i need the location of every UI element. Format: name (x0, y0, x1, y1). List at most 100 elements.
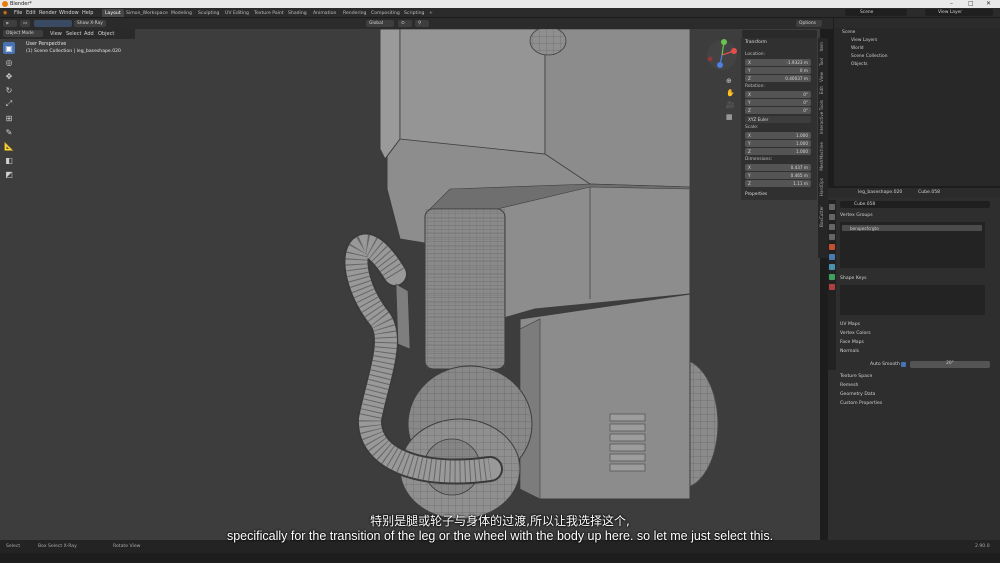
tab-boxcutter[interactable]: BoxCutter (819, 206, 824, 227)
auto-smooth-angle[interactable]: 20° (910, 361, 990, 368)
move-icon[interactable]: ✥ (3, 70, 15, 82)
options-dropdown[interactable]: Options (796, 20, 822, 27)
zoom-icon[interactable]: ⊕ (726, 77, 732, 85)
close-icon[interactable]: ✕ (986, 0, 991, 7)
viewport-menu-view[interactable]: View (50, 31, 62, 37)
material-tab-icon[interactable] (829, 284, 835, 290)
scene-tab-icon[interactable] (829, 234, 835, 240)
outliner-scene[interactable]: Scene (842, 30, 855, 35)
select-box-icon[interactable]: ▣ (3, 42, 15, 54)
tab-animation[interactable]: Animation (310, 9, 339, 17)
scale-icon[interactable]: ⤢ (3, 98, 15, 110)
tab-view[interactable]: View (819, 72, 824, 82)
texture-space-header[interactable]: Texture Space (840, 374, 872, 379)
physics-tab-icon[interactable] (829, 264, 835, 270)
outliner-objects[interactable]: Objects (851, 62, 868, 67)
tab-rendering[interactable]: Rendering (340, 9, 369, 17)
menu-file[interactable]: File (14, 10, 22, 16)
tab-layout[interactable]: Layout (102, 9, 124, 17)
scale-y[interactable]: Y 1.000 (745, 140, 811, 147)
tab-simon-workspace[interactable]: Simon_Workspace (123, 9, 171, 17)
modifier-tab-icon[interactable] (829, 254, 835, 260)
tab-compositing[interactable]: Compositing (368, 9, 403, 17)
transform-icon[interactable]: ⊞ (3, 112, 15, 124)
tab-hardops[interactable]: HardOps (819, 178, 824, 196)
pivot-icon[interactable]: ⊙ (398, 20, 412, 27)
tab-meshmachine[interactable]: MeshMachine (819, 142, 824, 171)
viewport-menu-select[interactable]: Select (66, 31, 81, 37)
pan-hand-icon[interactable]: ✋ (726, 89, 735, 97)
blender-menu-icon[interactable]: ◉ (3, 10, 7, 16)
rotation-z[interactable]: Z 0° (745, 107, 811, 114)
menu-window[interactable]: Window (59, 10, 79, 16)
vertex-groups-header[interactable]: Vertex Groups (840, 213, 873, 218)
select-mode-icon[interactable]: ▭ (20, 20, 30, 27)
location-y[interactable]: Y 0 m (745, 67, 811, 74)
dimensions-z[interactable]: Z 1.11 m (745, 180, 811, 187)
auto-smooth-checkbox[interactable] (901, 362, 906, 367)
rotation-mode-dropdown[interactable]: XYZ Euler (745, 116, 811, 123)
scale-x[interactable]: X 1.000 (745, 132, 811, 139)
mesh-datablock-field[interactable]: Cube.058 (840, 201, 990, 208)
output-tab-icon[interactable] (829, 224, 835, 230)
measure-icon[interactable]: 📐 (3, 140, 15, 152)
uv-maps-header[interactable]: UV Maps (840, 322, 860, 327)
tab-item[interactable]: Item (819, 42, 824, 52)
face-maps-header[interactable]: Face Maps (840, 340, 864, 345)
geometry-data-header[interactable]: Geometry Data (840, 392, 875, 397)
snap-icon[interactable]: ⚲ (415, 20, 429, 27)
scale-z[interactable]: Z 1.000 (745, 148, 811, 155)
tab-texture-paint[interactable]: Texture Paint (251, 9, 287, 17)
menu-help[interactable]: Help (82, 10, 93, 16)
rotate-icon[interactable]: ↻ (3, 84, 15, 96)
menu-edit[interactable]: Edit (26, 10, 36, 16)
add-workspace-icon[interactable]: + (426, 9, 436, 17)
menu-render[interactable]: Render (39, 10, 57, 16)
outliner-view-layers[interactable]: View Layers (851, 38, 877, 43)
tab-tool[interactable]: Tool (819, 58, 824, 66)
tab-modeling[interactable]: Modeling (168, 9, 195, 17)
maximize-icon[interactable]: □ (968, 0, 974, 7)
minimize-icon[interactable]: – (950, 0, 953, 7)
rotation-x[interactable]: X 0° (745, 91, 811, 98)
select-mode-buttons[interactable] (34, 20, 72, 27)
grid-view-icon[interactable]: ▦ (726, 113, 733, 121)
add-cube-icon[interactable]: ◧ (3, 154, 15, 166)
mode-selector[interactable]: Object Mode (3, 30, 43, 37)
shading-buttons[interactable] (742, 30, 817, 38)
tab-uv-editing[interactable]: UV Editing (222, 9, 252, 17)
remesh-header[interactable]: Remesh (840, 383, 858, 388)
viewport-menu-add[interactable]: Add (84, 31, 94, 37)
tab-scripting[interactable]: Scripting (401, 9, 427, 17)
camera-icon[interactable]: 🎥 (726, 101, 735, 109)
annotate-icon[interactable]: ✎ (3, 126, 15, 138)
3d-viewport[interactable]: Object Mode View Select Add Object User … (0, 29, 820, 540)
object-tab-icon[interactable] (829, 244, 835, 250)
tab-edit[interactable]: Edit (819, 86, 824, 94)
viewport-menu-object[interactable]: Object (98, 31, 114, 37)
view-layer-selector[interactable]: View Layer (925, 9, 993, 16)
render-tab-icon[interactable] (829, 214, 835, 220)
outliner-scene-collection[interactable]: Scene Collection (851, 54, 888, 59)
show-xray-toggle[interactable]: Show X-Ray (74, 20, 106, 27)
tool-tab-icon[interactable] (829, 204, 835, 210)
vertex-group-item[interactable]: benqiesfcrgto (842, 225, 982, 231)
mesh-data-tab-icon[interactable] (829, 274, 835, 280)
extra-tool-icon[interactable]: ◩ (3, 168, 15, 180)
rotation-y[interactable]: Y 0° (745, 99, 811, 106)
vertex-colors-header[interactable]: Vertex Colors (840, 331, 871, 336)
dimensions-y[interactable]: Y 0.465 m (745, 172, 811, 179)
properties-header[interactable]: Properties (745, 192, 767, 197)
tab-interactive-tools[interactable]: Interactive Tools (819, 100, 824, 134)
outliner-world[interactable]: World (851, 46, 864, 51)
transform-header[interactable]: Transform (745, 40, 767, 45)
tab-shading[interactable]: Shading (285, 9, 310, 17)
navigation-gizmo[interactable] (704, 37, 740, 73)
scene-selector[interactable]: Scene (845, 9, 907, 16)
location-z[interactable]: Z 0.40037 m (745, 75, 811, 82)
custom-properties-header[interactable]: Custom Properties (840, 401, 882, 406)
select-tool-icon[interactable]: ⌗ (3, 20, 17, 27)
normals-header[interactable]: Normals (840, 349, 859, 354)
tab-sculpting[interactable]: Sculpting (195, 9, 222, 17)
dimensions-x[interactable]: X 0.437 m (745, 164, 811, 171)
